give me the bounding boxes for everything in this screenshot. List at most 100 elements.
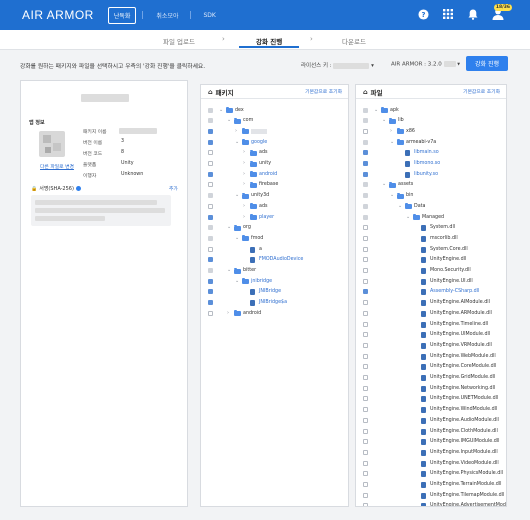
row-checkbox[interactable] bbox=[208, 268, 213, 273]
help-icon[interactable]: ? bbox=[417, 8, 429, 20]
chevron-right-icon[interactable]: › bbox=[243, 181, 245, 187]
signature-add-link[interactable]: 추가 bbox=[169, 185, 178, 192]
row-checkbox[interactable] bbox=[363, 332, 368, 338]
file-tree-row[interactable]: UnityEngine.CoreModule.dll bbox=[356, 362, 506, 373]
file-tree-row[interactable]: ⌄ Managed bbox=[356, 212, 506, 223]
file-tree-row[interactable]: UnityEngine.GridModule.dll bbox=[356, 373, 506, 384]
file-tree-row[interactable]: ⌄ apk bbox=[356, 105, 506, 116]
row-checkbox[interactable] bbox=[208, 107, 213, 113]
package-tree-row[interactable]: JNIBridge$a bbox=[201, 298, 348, 309]
row-checkbox[interactable] bbox=[363, 161, 368, 166]
row-checkbox[interactable] bbox=[208, 278, 213, 284]
row-checkbox[interactable] bbox=[208, 235, 213, 241]
row-checkbox[interactable] bbox=[208, 289, 213, 295]
row-checkbox[interactable] bbox=[208, 203, 213, 209]
file-tree-row[interactable]: ⌄ assets bbox=[356, 180, 506, 191]
file-tree-row[interactable]: mscorlib.dll bbox=[356, 233, 506, 244]
package-tree-row[interactable]: ⌄ dex bbox=[201, 105, 348, 116]
row-checkbox[interactable] bbox=[363, 214, 368, 220]
row-checkbox[interactable] bbox=[208, 225, 213, 231]
row-checkbox[interactable] bbox=[208, 139, 213, 145]
package-tree-row[interactable]: › android bbox=[201, 169, 348, 180]
package-tree-row[interactable]: FMODAudioDevice bbox=[201, 255, 348, 266]
row-checkbox[interactable] bbox=[208, 128, 213, 134]
change-file-link[interactable]: 다른 파일로 변경 bbox=[40, 163, 74, 170]
file-tree-row[interactable]: UnityEngine.InputModule.dll bbox=[356, 447, 506, 458]
chevron-down-icon[interactable]: ▾ bbox=[457, 62, 460, 68]
package-tree-row[interactable]: JNIBridge bbox=[201, 287, 348, 298]
row-checkbox[interactable] bbox=[363, 460, 368, 466]
row-checkbox[interactable] bbox=[363, 321, 368, 327]
row-checkbox[interactable] bbox=[363, 396, 368, 402]
chevron-right-icon[interactable]: › bbox=[243, 149, 245, 155]
row-checkbox[interactable] bbox=[363, 257, 368, 263]
file-tree-row[interactable]: UnityEngine.ARModule.dll bbox=[356, 308, 506, 319]
package-tree-row[interactable]: › android bbox=[201, 308, 348, 319]
package-tree-row[interactable]: ⌄ fmod bbox=[201, 233, 348, 244]
file-tree-row[interactable]: UnityEngine.Timeline.dll bbox=[356, 319, 506, 330]
package-tree-row[interactable]: ⌄ org bbox=[201, 223, 348, 234]
row-checkbox[interactable] bbox=[208, 161, 213, 166]
chevron-right-icon[interactable]: › bbox=[235, 128, 237, 134]
package-tree-row[interactable]: › bbox=[201, 126, 348, 137]
help-circle-icon[interactable] bbox=[75, 186, 81, 191]
chevron-down-icon[interactable]: ⌄ bbox=[382, 117, 386, 123]
file-tree-row[interactable]: ⌄ Data bbox=[356, 201, 506, 212]
file-tree-row[interactable]: libmono.so bbox=[356, 159, 506, 170]
chevron-down-icon[interactable]: ⌄ bbox=[390, 192, 394, 198]
package-tree-row[interactable]: ⌄ jnibridge bbox=[201, 276, 348, 287]
file-tree-row[interactable]: › x86 bbox=[356, 126, 506, 137]
row-checkbox[interactable] bbox=[363, 385, 368, 391]
chevron-down-icon[interactable]: ⌄ bbox=[406, 214, 410, 220]
package-tree-row[interactable]: a bbox=[201, 244, 348, 255]
harden-start-button[interactable]: 강화 진행 bbox=[466, 56, 508, 71]
row-checkbox[interactable] bbox=[363, 310, 368, 316]
row-checkbox[interactable] bbox=[363, 246, 368, 252]
row-checkbox[interactable] bbox=[363, 107, 368, 113]
row-checkbox[interactable] bbox=[363, 439, 368, 445]
package-tree-row[interactable]: ⌄ unity3d bbox=[201, 191, 348, 202]
row-checkbox[interactable] bbox=[363, 171, 368, 177]
row-checkbox[interactable] bbox=[208, 150, 213, 156]
packages-reset-link[interactable]: 기본값으로 초기화 bbox=[305, 88, 342, 95]
row-checkbox[interactable] bbox=[363, 428, 368, 434]
file-tree-row[interactable]: UnityEngine.PhysicsModule.dll bbox=[356, 469, 506, 480]
package-tree-row[interactable]: ⌄ bitter bbox=[201, 266, 348, 277]
package-tree-row[interactable]: ⌄ com bbox=[201, 116, 348, 127]
file-tree-row[interactable]: libunity.so bbox=[356, 169, 506, 180]
package-tree-row[interactable]: ⌄ google bbox=[201, 137, 348, 148]
file-tree-row[interactable]: UnityEngine.WindModule.dll bbox=[356, 405, 506, 416]
row-checkbox[interactable] bbox=[363, 407, 368, 413]
row-checkbox[interactable] bbox=[363, 417, 368, 423]
row-checkbox[interactable] bbox=[363, 482, 368, 487]
chevron-right-icon[interactable]: › bbox=[243, 214, 245, 220]
file-tree-row[interactable]: System.Core.dll bbox=[356, 244, 506, 255]
row-checkbox[interactable] bbox=[208, 246, 213, 252]
apps-grid-icon[interactable] bbox=[442, 8, 454, 20]
row-checkbox[interactable] bbox=[363, 289, 368, 295]
file-tree-row[interactable]: System.dll bbox=[356, 223, 506, 234]
row-checkbox[interactable] bbox=[363, 182, 368, 188]
app-logo[interactable]: AIR ARMOR bbox=[22, 8, 94, 22]
file-tree-row[interactable]: UnityEngine.AudioModule.dll bbox=[356, 415, 506, 426]
row-checkbox[interactable] bbox=[363, 225, 368, 231]
files-reset-link[interactable]: 기본값으로 초기화 bbox=[463, 88, 500, 95]
chevron-down-icon[interactable]: ⌄ bbox=[398, 203, 402, 209]
file-tree-row[interactable]: UnityEngine.UIModule.dll bbox=[356, 330, 506, 341]
row-checkbox[interactable] bbox=[363, 300, 368, 306]
chevron-down-icon[interactable]: ⌄ bbox=[235, 139, 239, 145]
row-checkbox[interactable] bbox=[208, 300, 213, 306]
row-checkbox[interactable] bbox=[363, 118, 368, 124]
file-tree-row[interactable]: UnityEngine.WebModule.dll bbox=[356, 351, 506, 362]
row-checkbox[interactable] bbox=[363, 203, 368, 209]
nav-tab-sdk[interactable]: SDK bbox=[199, 9, 221, 22]
row-checkbox[interactable] bbox=[363, 375, 368, 380]
row-checkbox[interactable] bbox=[363, 342, 368, 348]
file-tree-row[interactable]: ⌄ armeabi-v7a bbox=[356, 137, 506, 148]
chevron-down-icon[interactable]: ▾ bbox=[371, 63, 374, 69]
row-checkbox[interactable] bbox=[363, 364, 368, 370]
row-checkbox[interactable] bbox=[363, 193, 368, 199]
chevron-down-icon[interactable]: ⌄ bbox=[219, 107, 223, 113]
chevron-right-icon[interactable]: › bbox=[390, 128, 392, 134]
row-checkbox[interactable] bbox=[363, 492, 368, 498]
